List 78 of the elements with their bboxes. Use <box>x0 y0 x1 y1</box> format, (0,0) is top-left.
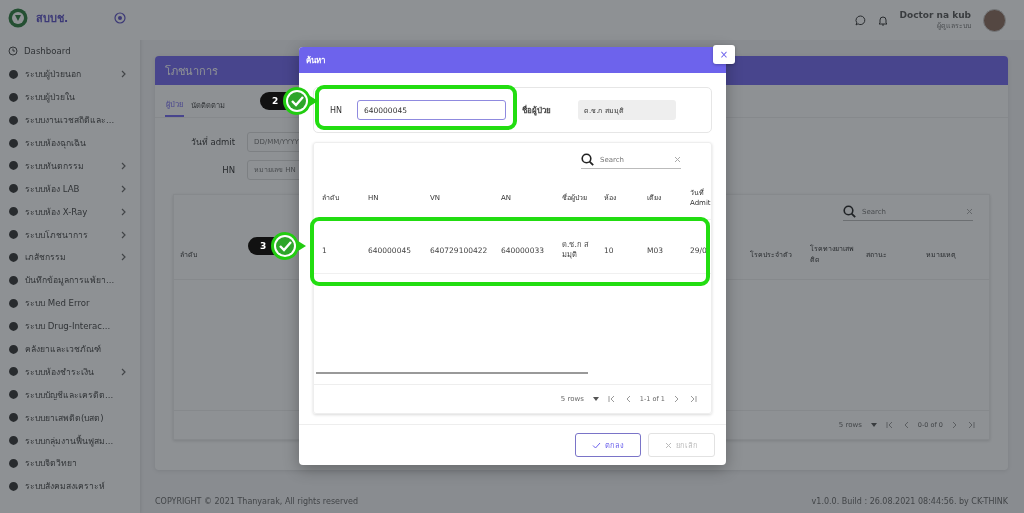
next-page-icon[interactable] <box>674 395 680 403</box>
bell-icon[interactable] <box>877 14 888 26</box>
chevron-icon <box>121 253 126 262</box>
module-icon <box>8 457 19 469</box>
module-icon <box>8 412 19 424</box>
sidebar-item[interactable]: Dashboard <box>8 40 140 63</box>
dropdown-caret-icon[interactable] <box>592 397 599 401</box>
next-page-icon[interactable] <box>952 421 958 429</box>
field-label: HN <box>221 165 235 175</box>
module-icon <box>8 206 19 218</box>
field-label: HN <box>330 105 343 115</box>
target-icon[interactable] <box>114 12 126 24</box>
sidebar-item[interactable]: ระบบบัญชีและเครดิต... <box>8 383 140 407</box>
module-icon <box>8 297 19 309</box>
sidebar-item[interactable]: ระบบ Med Error <box>8 291 140 315</box>
module-icon <box>8 435 19 447</box>
module-icon <box>8 251 19 263</box>
close-icon <box>665 441 672 449</box>
sidebar-item[interactable]: ระบบห้อง LAB <box>8 177 140 201</box>
sidebar-item[interactable]: ระบบผู้ป่วยนอก <box>8 62 140 86</box>
module-icon <box>8 229 19 241</box>
chevron-icon <box>121 230 126 239</box>
chevron-icon <box>121 161 126 170</box>
last-page-icon[interactable] <box>689 395 697 403</box>
chat-icon[interactable] <box>854 14 866 26</box>
sidebar-item[interactable]: บันทึกข้อมูลการแพ้ยา... <box>8 268 140 292</box>
sidebar-item[interactable]: ระบบห้อง X-Ray <box>8 200 140 224</box>
search-icon <box>843 205 856 218</box>
first-page-icon[interactable] <box>885 421 894 429</box>
sidebar-item[interactable]: เภสัชกรรม <box>8 246 140 269</box>
module-icon <box>8 389 19 401</box>
chevron-icon <box>121 184 126 193</box>
sidebar-item[interactable]: ระบบสังคมสงเคราะห์ <box>8 474 140 498</box>
sidebar-item[interactable]: คลังยาและเวชภัณฑ์ <box>8 337 140 361</box>
first-page-icon[interactable] <box>607 395 616 403</box>
module-icon <box>8 91 19 103</box>
copyright-text: COPYRIGHT © 2021 Thanyarak, All rights reserved <box>155 496 359 506</box>
close-button[interactable]: × <box>713 45 735 64</box>
sidebar-item[interactable]: ระบบกลุ่มงานฟื้นฟูสม... <box>8 429 140 453</box>
chevron-icon <box>121 70 126 79</box>
brand-name: สบบช. <box>36 11 70 27</box>
chevron-icon <box>121 207 126 216</box>
module-icon <box>8 183 19 195</box>
logo-icon <box>8 8 28 28</box>
field-label: ชื่อผู้ป่วย <box>522 104 552 117</box>
check-icon <box>592 441 601 449</box>
user-name: Doctor na kub <box>899 9 971 20</box>
module-icon <box>8 480 19 492</box>
previous-page-icon[interactable] <box>624 395 631 403</box>
search-icon <box>581 153 594 166</box>
module-icon <box>8 68 19 80</box>
module-icon <box>8 137 19 149</box>
previous-page-icon[interactable] <box>902 421 909 429</box>
module-icon <box>8 320 19 332</box>
module-icon <box>8 343 19 355</box>
sidebar-item[interactable]: ระบบทันตกรรม <box>8 154 140 178</box>
chevron-icon <box>121 367 126 376</box>
sidebar-item[interactable]: ระบบโภชนาการ <box>8 223 140 246</box>
avatar[interactable] <box>983 8 1006 32</box>
clear-icon[interactable] <box>674 156 681 163</box>
clear-icon[interactable] <box>966 208 973 215</box>
last-page-icon[interactable] <box>967 421 975 429</box>
module-icon <box>8 274 19 286</box>
sidebar-item[interactable]: ระบบห้องฉุกเฉิน <box>8 131 140 155</box>
module-icon <box>8 366 19 378</box>
module-icon <box>8 114 19 126</box>
scrollbar[interactable] <box>316 372 588 374</box>
sidebar-item[interactable]: ระบบจิตวิทยา <box>8 452 140 475</box>
version-text: v1.0.0. Build : 26.08.2021 08:44:56. by CK-THINK <box>811 496 1008 506</box>
field-label: วันที่ admit <box>189 135 235 149</box>
sidebar-item[interactable]: ระบบผู้ป่วยใน <box>8 85 140 109</box>
sidebar-item[interactable]: ระบบงานเวชสถิติและ... <box>8 108 140 132</box>
sidebar-item[interactable]: ระบบ Drug-Interac... <box>8 314 140 338</box>
module-icon <box>8 160 19 172</box>
clock-icon <box>8 46 18 57</box>
sidebar-item[interactable]: ระบบห้องชำระเงิน <box>8 360 140 384</box>
sidebar-item[interactable]: ระบบยาเสพติด(บสต) <box>8 406 140 430</box>
dropdown-caret-icon[interactable] <box>870 423 877 427</box>
